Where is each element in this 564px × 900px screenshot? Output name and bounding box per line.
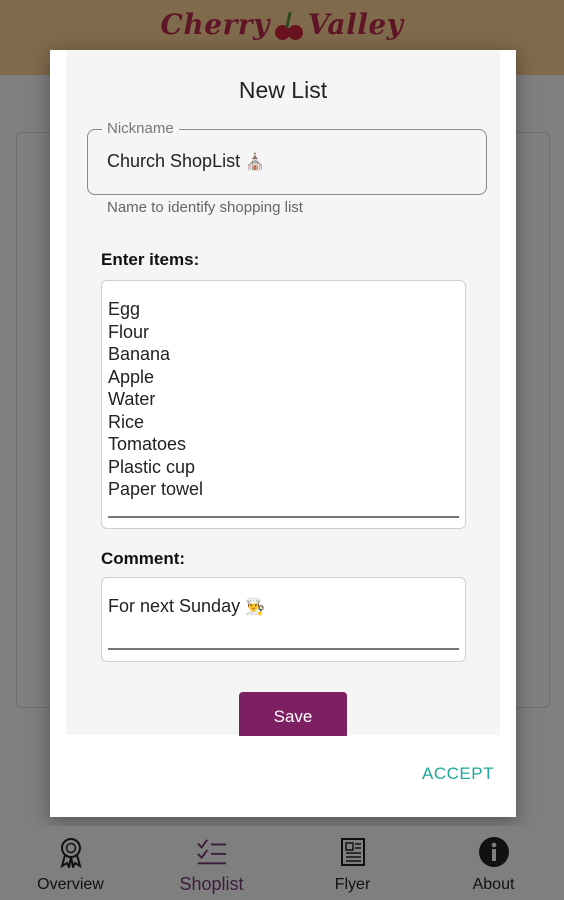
item-line: Flour [108,321,150,342]
nav-label-about: About [472,876,515,893]
nickname-helper-text: Name to identify shopping list [107,199,303,216]
chef-emoji-icon: 👨‍🍳 [245,597,266,616]
items-label: Enter items: [101,250,200,269]
items-underline [108,516,459,518]
nav-label-shoplist: Shoplist [179,874,244,894]
comment-text: For next Sunday [108,596,241,616]
logo-text-cherry: Cherry [160,8,270,41]
nickname-field[interactable]: Nickname Church ShopList ⛪ [87,120,487,195]
item-line: Plastic cup [108,456,196,477]
app-logo: Cherry Valley [0,8,564,42]
save-button[interactable]: Save [239,692,347,736]
item-line: Tomatoes [108,434,187,454]
info-icon [478,836,510,868]
cherry-icon [272,11,306,42]
nav-item-flyer[interactable]: Flyer [282,826,423,900]
item-line: Apple [108,366,155,387]
item-line: Water [108,389,156,409]
item-line: Egg [108,299,141,319]
comment-label: Comment: [101,549,186,568]
bottom-navigation: Overview Shoplist Flyer About [0,826,564,900]
nav-label-overview: Overview [37,876,104,893]
accept-button[interactable]: ACCEPT [422,764,494,784]
nav-label-flyer: Flyer [334,876,371,893]
item-line: Rice [108,411,145,432]
nav-item-about[interactable]: About [423,826,564,900]
comment-value: For next Sunday 👨‍🍳 [108,596,265,617]
nav-item-shoplist[interactable]: Shoplist [141,826,282,900]
item-line: Banana [108,344,171,364]
dialog-content: New List Nickname Church ShopList ⛪ Name… [66,50,500,736]
nickname-input[interactable]: Church ShopList ⛪ [107,151,265,172]
items-textarea[interactable]: Egg Flour Banana Apple Water Rice Tomato… [101,280,466,529]
award-ribbon-icon [55,836,87,868]
new-list-dialog: New List Nickname Church ShopList ⛪ Name… [50,50,516,817]
checklist-icon [196,836,228,868]
dialog-title: New List [238,77,328,103]
nickname-label: Nickname [102,120,179,137]
item-line: Paper towel [108,479,204,499]
comment-textarea[interactable]: For next Sunday 👨‍🍳 [101,577,466,662]
logo-text-valley: Valley [307,8,404,41]
newspaper-icon [337,836,369,868]
nav-item-overview[interactable]: Overview [0,826,141,900]
items-list: Egg Flour Banana Apple Water Rice Tomato… [108,298,203,501]
church-emoji-icon: ⛪ [245,152,266,171]
nickname-value: Church ShopList [107,151,241,171]
comment-underline [108,648,459,650]
